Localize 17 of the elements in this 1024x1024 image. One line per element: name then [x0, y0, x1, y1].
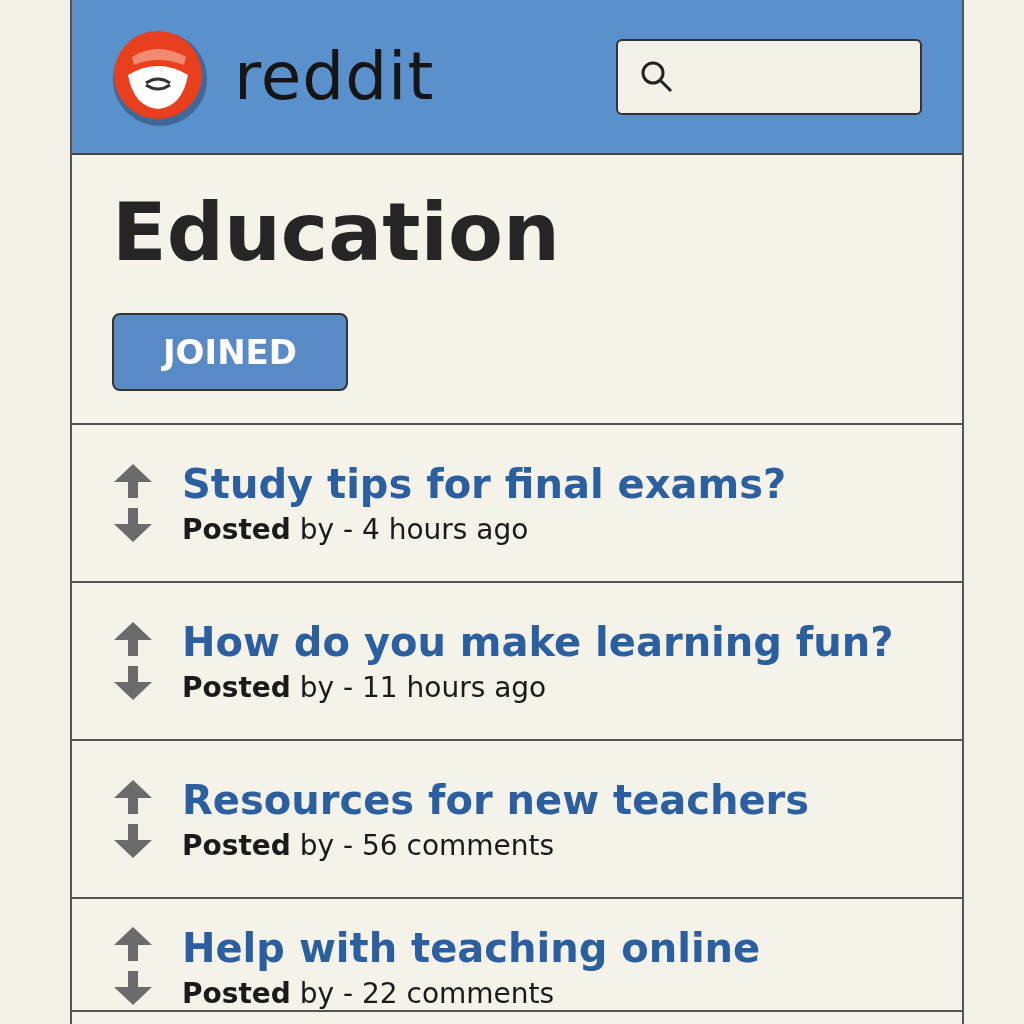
search-icon	[640, 59, 674, 94]
joined-button[interactable]: JOINED	[112, 313, 348, 391]
vote-arrows-icon[interactable]	[112, 925, 154, 1007]
post-title[interactable]: Help with teaching online	[182, 925, 761, 971]
vote-arrows-icon[interactable]	[112, 462, 154, 544]
post-meta: Posted by - 22 comments	[182, 977, 556, 1010]
vote-arrows-icon[interactable]	[112, 620, 154, 702]
post-title[interactable]: Resources for new teachers	[182, 776, 810, 823]
post-title[interactable]: Study tips for final exams?	[182, 460, 787, 507]
brand-name: reddit	[234, 38, 435, 115]
community-title: Education	[112, 193, 561, 273]
vote-arrows-icon[interactable]	[112, 778, 154, 860]
post-meta: Posted by - 4 hours ago	[182, 512, 530, 546]
search-field[interactable]	[616, 38, 922, 115]
post-title[interactable]: How do you make learning fun?	[182, 618, 894, 665]
post-meta: Posted by - 56 comments	[182, 828, 556, 862]
post-meta: Posted by - 11 hours ago	[182, 670, 548, 704]
